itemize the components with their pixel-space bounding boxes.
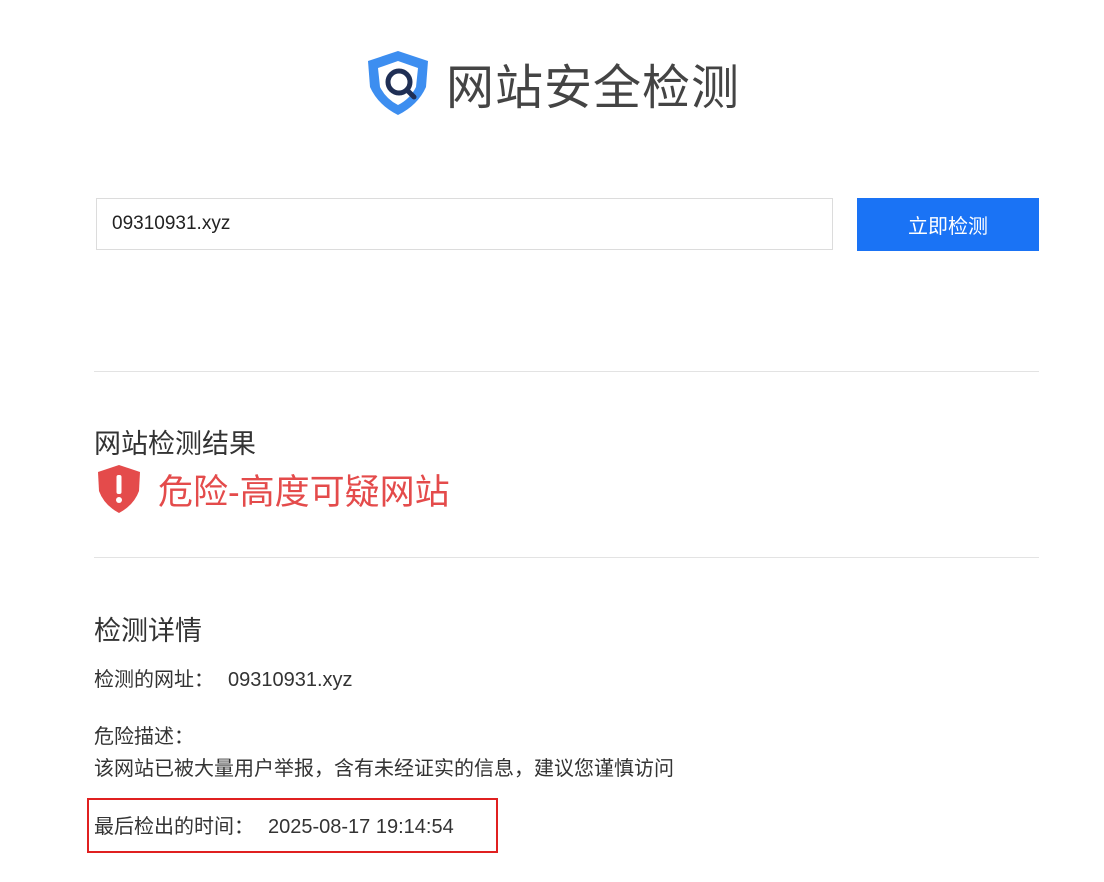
- last-detected-time-label: 最后检出的时间：: [94, 816, 254, 838]
- site-logo: 网站安全检测: [362, 46, 740, 120]
- detected-url-label: 检测的网址：: [94, 669, 214, 691]
- risk-label: 危险描述：: [94, 726, 194, 748]
- url-input[interactable]: [96, 198, 833, 250]
- danger-status-text: 危险-高度可疑网站: [158, 472, 450, 512]
- check-now-button[interactable]: 立即检测: [857, 198, 1039, 251]
- result-section-title: 网站检测结果: [94, 429, 256, 459]
- details-section-title: 检测详情: [94, 616, 202, 646]
- detected-url-row: 检测的网址： 09310931.xyz: [94, 663, 353, 692]
- divider: [94, 557, 1039, 558]
- detected-url-value: 09310931.xyz: [228, 669, 353, 691]
- last-detected-time-value: 2025-08-17 19:14:54: [268, 816, 454, 838]
- result-status: 危险-高度可疑网站: [94, 462, 450, 516]
- risk-description: 该网站已被大量用户举报，含有未经证实的信息，建议您谨慎访问: [94, 758, 674, 780]
- shield-search-icon: [368, 51, 428, 115]
- page: 网站安全检测 立即检测 网站检测结果 危险-高度可疑网站 检测详情 检测的网址：…: [0, 0, 1104, 882]
- divider: [94, 371, 1039, 372]
- site-title: 网站安全检测: [446, 62, 741, 115]
- last-detected-time-row: 最后检出的时间： 2025-08-17 19:14:54: [94, 810, 454, 839]
- shield-exclamation-icon: [98, 465, 140, 513]
